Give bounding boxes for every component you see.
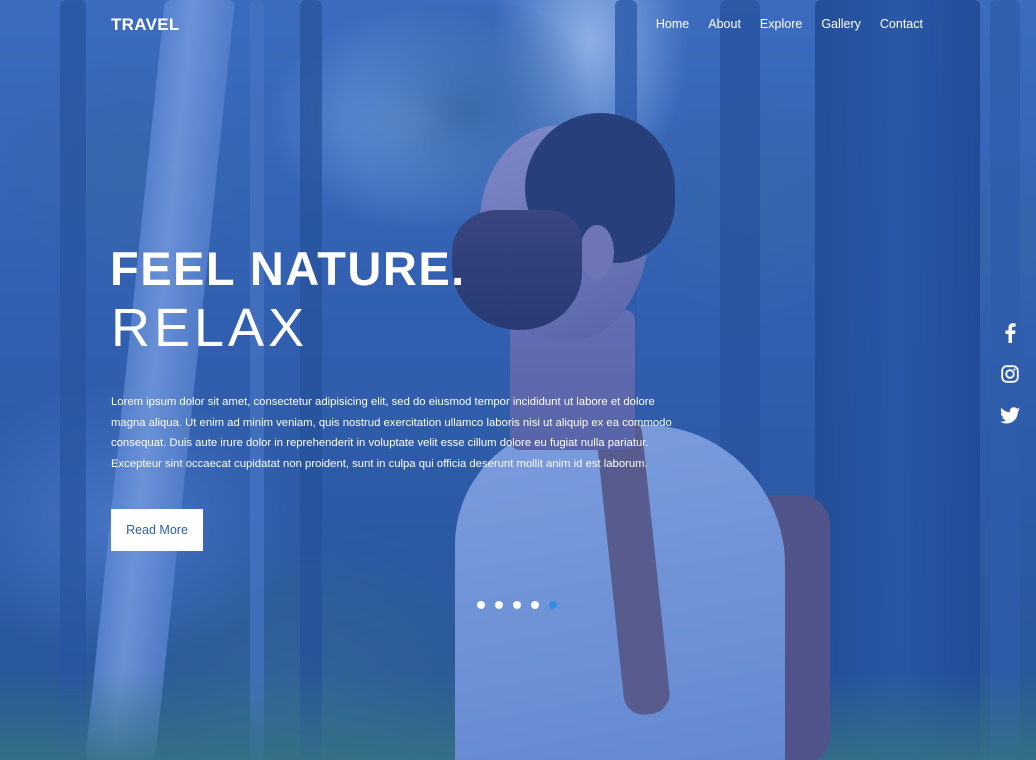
- carousel-dot[interactable]: [495, 601, 503, 609]
- carousel-dot-active[interactable]: [549, 601, 557, 609]
- hero-subheadline: RELAX: [111, 298, 309, 358]
- hero-background: [0, 0, 1036, 760]
- carousel-dot[interactable]: [513, 601, 521, 609]
- nav-contact[interactable]: Contact: [880, 17, 923, 31]
- nav-about[interactable]: About: [708, 17, 741, 31]
- site-logo[interactable]: TRAVEL: [111, 15, 180, 35]
- instagram-icon[interactable]: [999, 363, 1021, 385]
- nav-gallery[interactable]: Gallery: [821, 17, 861, 31]
- blue-overlay: [0, 0, 1036, 760]
- twitter-icon[interactable]: [999, 404, 1021, 426]
- read-more-button[interactable]: Read More: [111, 509, 203, 551]
- hero-headline: FEEL NATURE.: [110, 242, 466, 295]
- nav-home[interactable]: Home: [656, 17, 689, 31]
- carousel-dot[interactable]: [531, 601, 539, 609]
- main-nav: Home About Explore Gallery Contact: [656, 17, 923, 31]
- social-links: [999, 322, 1021, 426]
- carousel-dot[interactable]: [477, 601, 485, 609]
- facebook-icon[interactable]: [999, 322, 1021, 344]
- carousel-indicators: [477, 601, 557, 609]
- hero-description: Lorem ipsum dolor sit amet, consectetur …: [111, 396, 672, 470]
- nav-explore[interactable]: Explore: [760, 17, 802, 31]
